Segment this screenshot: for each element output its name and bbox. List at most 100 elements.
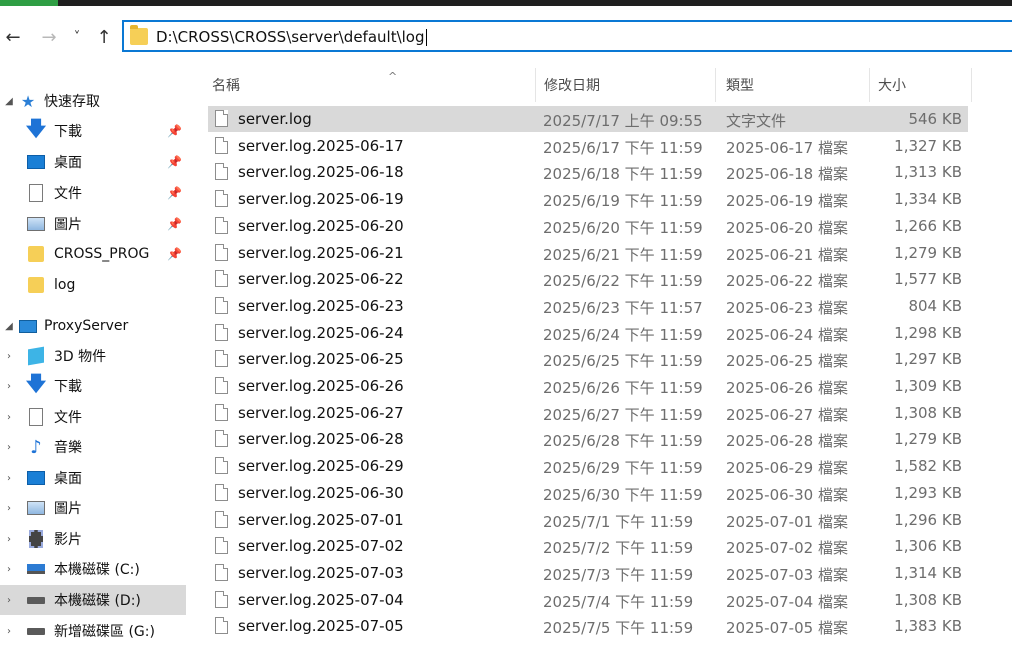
sidebar-item-label: 下載 [54,124,82,140]
file-row[interactable]: server.log.2025-06-26 2025/6/26 下午 11:59 2… [208,373,968,399]
file-size: 1,266 KB [894,216,962,235]
file-type: 2025-06-30 檔案 [726,485,848,504]
file-type: 2025-06-26 檔案 [726,379,848,397]
sidebar-item-drive-g[interactable]: › 新增磁碟區 (G:) [0,616,186,646]
chevron-right-icon[interactable]: › [4,503,14,514]
file-type: 2025-07-04 檔案 [726,592,848,611]
sidebar-item-drive-c[interactable]: › 本機磁碟 (C:) [0,554,186,584]
forward-button[interactable]: → [38,26,60,48]
file-row[interactable]: server.log.2025-06-17 2025/6/17 下午 11:59 2… [208,133,968,159]
sidebar-item-label: 桌面 [54,155,82,171]
sidebar-item-label: 3D 物件 [54,349,107,365]
file-type: 2025-06-20 檔案 [726,218,848,237]
chevron-right-icon[interactable]: › [4,564,14,575]
sidebar-item-documents-pc[interactable]: › 文件 [0,402,186,432]
chevron-right-icon[interactable]: › [4,351,14,362]
file-row[interactable]: server.log.2025-07-01 2025/7/1 下午 11:59 20… [208,507,968,533]
chevron-right-icon[interactable]: › [4,381,14,392]
file-icon [215,323,228,341]
up-button[interactable]: ↑ [93,26,115,48]
file-icon [215,350,228,368]
back-button[interactable]: ← [2,26,24,48]
address-path[interactable]: D:\CROSS\CROSS\server\default\log [156,28,425,46]
sidebar-item-drive-d[interactable]: › 本機磁碟 (D:) [0,585,186,615]
file-row[interactable]: server.log.2025-06-25 2025/6/25 下午 11:59 2… [208,346,968,372]
sidebar-item-music[interactable]: › ♪ 音樂 [0,432,186,462]
file-row[interactable]: server.log.2025-07-03 2025/7/3 下午 11:59 20… [208,560,968,586]
file-name: server.log.2025-06-17 [238,136,404,155]
sidebar-item-pictures-pc[interactable]: › 圖片 [0,493,186,523]
column-header-type[interactable]: 類型 [726,68,870,102]
sidebar-item-label: 文件 [54,410,82,426]
file-row[interactable]: server.log.2025-06-30 2025/6/30 下午 11:59 2… [208,480,968,506]
file-size: 1,306 KB [894,537,962,556]
sidebar-item-desktop[interactable]: 桌面 📌 [0,147,186,177]
sidebar-item-label: 文件 [54,186,82,202]
navigation-bar: ← → ˅ ↑ D:\CROSS\CROSS\server\default\lo… [0,14,1012,60]
file-name: server.log.2025-06-26 [238,377,404,395]
sidebar-item-label: 圖片 [54,217,82,233]
file-date: 2025/6/17 下午 11:59 [543,138,703,157]
sidebar-item-label: 下載 [54,379,82,395]
file-icon [215,136,228,154]
file-row[interactable]: server.log.2025-06-18 2025/6/18 下午 11:59 2… [208,159,968,185]
address-bar[interactable]: D:\CROSS\CROSS\server\default\log [122,20,1012,52]
sidebar-item-quick-access[interactable]: ◢ ★ 快速存取 [0,86,186,116]
file-row[interactable]: server.log.2025-06-24 2025/6/24 下午 11:59 2… [208,320,968,346]
sidebar-item-label: 本機磁碟 (C:) [54,562,140,578]
chevron-right-icon[interactable]: › [4,626,14,637]
file-date: 2025/6/23 下午 11:57 [543,298,703,317]
file-row[interactable]: server.log.2025-06-22 2025/6/22 下午 11:59 2… [208,266,968,292]
file-date: 2025/6/24 下午 11:59 [543,325,703,344]
file-row[interactable]: server.log.2025-07-04 2025/7/4 下午 11:59 20… [208,587,968,613]
pin-icon[interactable]: 📌 [167,124,182,138]
chevron-right-icon[interactable]: › [4,595,14,606]
chevron-right-icon[interactable]: › [4,442,14,453]
recent-locations-button[interactable]: ˅ [66,26,88,48]
expand-arrow-icon[interactable]: ◢ [4,321,14,332]
chevron-right-icon[interactable]: › [4,473,14,484]
file-row[interactable]: server.log.2025-07-05 2025/7/5 下午 11:59 20… [208,613,968,639]
sidebar-item-videos[interactable]: › 影片 [0,524,186,554]
file-icon [215,163,228,181]
file-row[interactable]: server.log.2025-06-28 2025/6/28 下午 11:59 2… [208,426,968,452]
file-icon [215,296,228,314]
file-row[interactable]: server.log.2025-06-29 2025/6/29 下午 11:59 2… [208,453,968,479]
pin-icon[interactable]: 📌 [167,155,182,169]
sidebar-item-downloads-pc[interactable]: › 🡇 下載 [0,371,186,401]
sidebar-item-3d-objects[interactable]: › 3D 物件 [0,341,186,371]
column-header-name[interactable]: ^ 名稱 [212,68,536,102]
sidebar-item-log[interactable]: log [0,270,186,300]
column-header-date[interactable]: 修改日期 [544,68,716,102]
file-row[interactable]: server.log.2025-06-20 2025/6/20 下午 11:59 2… [208,213,968,239]
file-name: server.log.2025-06-19 [238,190,404,209]
file-row[interactable]: server.log.2025-06-27 2025/6/27 下午 11:59 2… [208,400,968,426]
file-type: 2025-07-02 檔案 [726,539,848,558]
expand-arrow-icon[interactable]: ◢ [4,96,14,107]
file-row[interactable]: server.log.2025-06-21 2025/6/21 下午 11:59 2… [208,240,968,266]
sidebar-item-documents[interactable]: 文件 📌 [0,178,186,208]
chevron-right-icon[interactable]: › [4,534,14,545]
file-row[interactable]: server.log 2025/7/17 上午 09:55 文字文件 546 KB [208,106,968,132]
sidebar-item-pictures[interactable]: 圖片 📌 [0,209,186,239]
sidebar-item-desktop-pc[interactable]: › 桌面 [0,463,186,493]
folder-icon [130,25,148,45]
pin-icon[interactable]: 📌 [167,247,182,261]
pin-icon[interactable]: 📌 [167,186,182,200]
sidebar-item-downloads[interactable]: 🡇 下載 📌 [0,116,186,146]
sidebar-item-this-pc[interactable]: ◢ ProxyServer [0,311,186,341]
file-name: server.log.2025-07-02 [238,537,404,556]
sidebar-item-label: log [54,277,76,293]
column-header-size[interactable]: 大小 [878,68,972,102]
file-size: 1,327 KB [894,136,962,155]
file-row[interactable]: server.log.2025-07-02 2025/7/2 下午 11:59 20… [208,533,968,559]
file-row[interactable]: server.log.2025-06-19 2025/6/19 下午 11:59 2… [208,186,968,212]
file-name: server.log.2025-06-22 [238,270,404,289]
pin-icon[interactable]: 📌 [167,217,182,231]
file-row[interactable]: server.log.2025-06-23 2025/6/23 下午 11:57 2… [208,293,968,319]
computer-icon [18,317,38,335]
chevron-right-icon[interactable]: › [4,412,14,423]
column-header-label: 名稱 [212,78,240,94]
sidebar-item-cross-prog[interactable]: CROSS_PROG 📌 [0,239,186,269]
file-size: 1,297 KB [894,350,962,369]
